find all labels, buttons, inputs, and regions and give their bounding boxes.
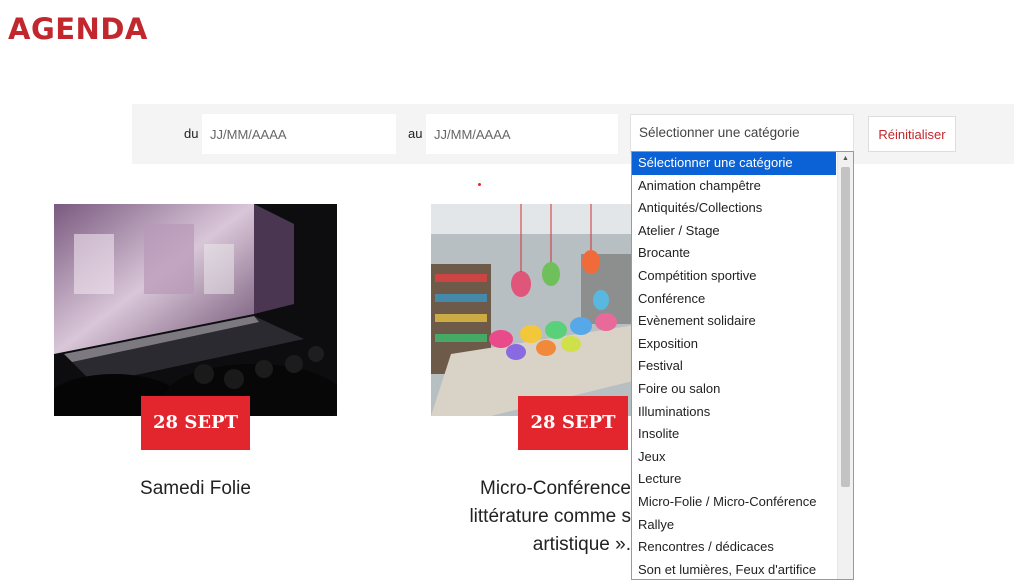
- category-option[interactable]: Festival: [632, 355, 836, 378]
- event-title[interactable]: Samedi Folie: [54, 475, 337, 503]
- event-image-samedi-folie[interactable]: [54, 204, 337, 416]
- category-option[interactable]: Conférence: [632, 288, 836, 311]
- reset-button[interactable]: Réinitialiser: [868, 116, 956, 152]
- category-option[interactable]: Foire ou salon: [632, 378, 836, 401]
- event-title[interactable]: Micro-Conférence littérature comme s art…: [431, 475, 631, 559]
- category-dropdown: Sélectionner une catégorie Animation cham…: [631, 151, 854, 580]
- filter-bar: du au Sélectionner une catégorie Réiniti…: [132, 104, 1014, 164]
- event-title-line: littérature comme s: [469, 506, 631, 527]
- workshop-room-image: [431, 204, 641, 416]
- from-date-label: du: [184, 126, 199, 141]
- category-option[interactable]: Compétition sportive: [632, 265, 836, 288]
- category-option-list: Sélectionner une catégorie Animation cham…: [632, 152, 836, 579]
- to-date-label: au: [408, 126, 423, 141]
- page-title: AGENDA: [8, 12, 148, 46]
- category-option[interactable]: Rallye: [632, 514, 836, 537]
- category-option[interactable]: Illuminations: [632, 401, 836, 424]
- category-option[interactable]: Atelier / Stage: [632, 220, 836, 243]
- scroll-thumb[interactable]: [841, 167, 850, 487]
- category-option[interactable]: Insolite: [632, 423, 836, 446]
- event-image-micro-conference[interactable]: [431, 204, 641, 416]
- theatre-stage-image: [54, 204, 337, 416]
- dropdown-scrollbar[interactable]: ▲: [837, 152, 853, 579]
- category-option[interactable]: Exposition: [632, 333, 836, 356]
- event-title-line: Micro-Conférence: [480, 478, 631, 499]
- category-option[interactable]: Rencontres / dédicaces: [632, 536, 836, 559]
- event-date-badge: 28 SEPT: [518, 396, 628, 450]
- category-option[interactable]: Lecture: [632, 468, 836, 491]
- category-option[interactable]: Antiquités/Collections: [632, 197, 836, 220]
- category-option[interactable]: Brocante: [632, 242, 836, 265]
- category-select[interactable]: Sélectionner une catégorie: [630, 114, 854, 154]
- scroll-up-arrow-icon[interactable]: ▲: [838, 152, 853, 166]
- event-title-line: artistique ».: [532, 534, 631, 555]
- category-option[interactable]: Sélectionner une catégorie: [632, 152, 836, 175]
- category-option[interactable]: Evènement solidaire: [632, 310, 836, 333]
- category-option[interactable]: Animation champêtre: [632, 175, 836, 198]
- category-option[interactable]: Micro-Folie / Micro-Conférence: [632, 491, 836, 514]
- event-date-badge: 28 SEPT: [141, 396, 250, 450]
- category-option[interactable]: Jeux: [632, 446, 836, 469]
- category-option[interactable]: Son et lumières, Feux d'artifice: [632, 559, 836, 579]
- to-date-input[interactable]: [426, 114, 618, 154]
- loading-dot: [478, 183, 481, 186]
- from-date-input[interactable]: [202, 114, 396, 154]
